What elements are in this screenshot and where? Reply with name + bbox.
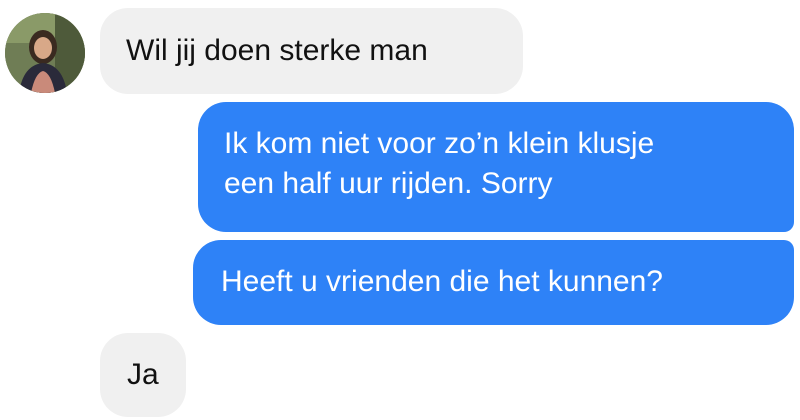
message-bubble-outgoing[interactable]: Ik kom niet voor zo’n klein klusje een h… [198, 102, 794, 232]
message-bubble-outgoing[interactable]: Heeft u vrienden die het kunnen? [193, 240, 794, 325]
contact-avatar[interactable] [5, 13, 85, 93]
message-text: Heeft u vrienden die het kunnen? [221, 265, 663, 298]
message-bubble-incoming[interactable]: Wil jij doen sterke man [100, 8, 523, 94]
message-text: Wil jij doen sterke man [126, 34, 428, 67]
contact-avatar-image [5, 13, 85, 93]
message-bubble-incoming[interactable]: Ja [100, 333, 186, 417]
message-text-line: Ik kom niet voor zo’n klein klusje [224, 127, 655, 160]
message-text: Ja [127, 358, 159, 391]
message-text-line: een half uur rijden. Sorry [224, 167, 553, 200]
